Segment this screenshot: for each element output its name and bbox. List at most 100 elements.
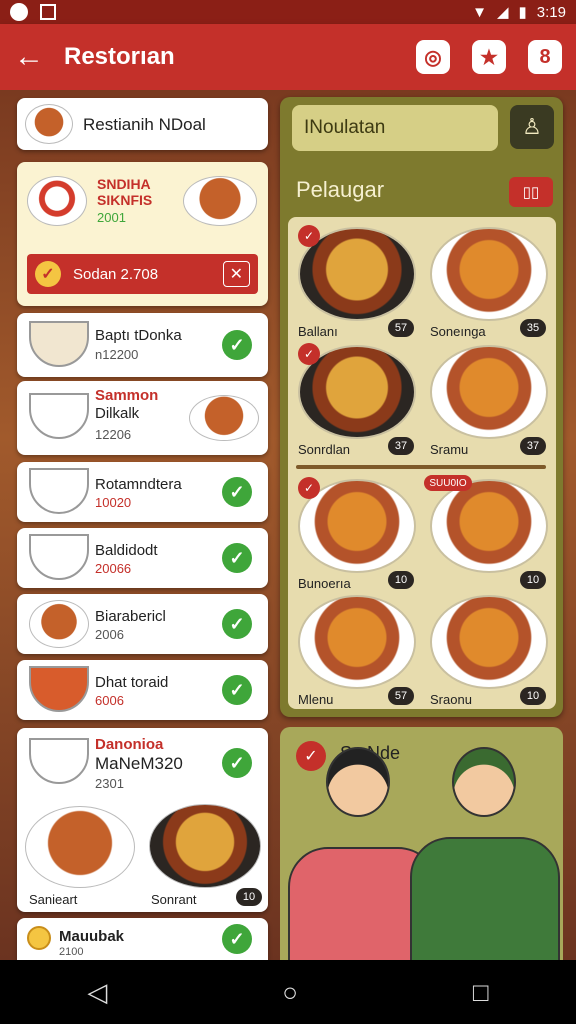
check-icon[interactable]: ✓ — [222, 748, 252, 778]
favorite-button[interactable]: ★ — [472, 40, 506, 74]
person-body — [410, 837, 560, 960]
dish-image — [430, 595, 548, 689]
dish-tile[interactable]: Sraonu 10 — [424, 589, 554, 709]
dish-tile[interactable]: ✓ Sonrdlan 37 — [292, 339, 422, 459]
dish-thumbnail — [25, 104, 73, 144]
dish-tile[interactable]: ✓ Ballanı 57 — [292, 221, 422, 341]
dish-image — [149, 804, 261, 888]
coin-icon — [27, 926, 51, 950]
person-head — [326, 747, 390, 817]
dish-tile[interactable]: SUU0IO 10 — [424, 473, 554, 593]
item-name: Sammon — [95, 387, 159, 404]
list-item[interactable]: Sammon Dilkalk 12206 — [17, 381, 268, 455]
bowl-icon — [29, 393, 89, 439]
wifi-icon: ▼ — [472, 3, 487, 21]
list-item[interactable]: Biarabericl 2006 ✓ — [17, 594, 268, 654]
item-name: Baldidodt — [95, 542, 158, 559]
dish-tile[interactable]: Sramu 37 — [424, 339, 554, 459]
item-sub: 2301 — [95, 776, 124, 791]
dish-label: Sonrdlan — [298, 442, 351, 457]
dish-image — [27, 176, 87, 226]
dish-image — [430, 227, 548, 321]
check-icon[interactable]: ✓ — [222, 330, 252, 360]
promo-line2: SIKNFIS — [97, 192, 153, 208]
count-badge: 10 — [388, 571, 414, 589]
dish-tile[interactable]: Mlenu 57 — [292, 589, 422, 709]
item-name: Mauubak — [59, 928, 125, 945]
order-bar-text: Sodan 2.708 — [73, 265, 159, 283]
app-bar: ← Restorıan ◎ ★ 8 — [0, 24, 576, 90]
dish-image — [25, 806, 135, 888]
dish-image — [29, 600, 89, 648]
item-sub: 2006 — [95, 627, 124, 642]
count-badge: 10 — [520, 687, 546, 705]
dish-label: Sramu — [430, 442, 469, 457]
dish-label: Sanieart — [29, 892, 78, 907]
check-icon[interactable]: ✓ — [222, 543, 252, 573]
bowl-icon — [29, 468, 89, 514]
notification-icon — [10, 3, 28, 21]
item-sub: 2100 — [59, 946, 84, 958]
search-input[interactable]: INoulatan — [292, 105, 498, 151]
item-sub: 12206 — [95, 427, 132, 442]
list-item[interactable]: Dhat toraid 6006 ✓ — [17, 660, 268, 720]
item-name-2: Dilkalk — [95, 405, 140, 422]
bowl-icon — [29, 321, 89, 367]
restaurant-card[interactable]: Restianih NDoal — [17, 98, 268, 150]
list-item[interactable]: Rotamndtera 10020 ✓ — [17, 462, 268, 522]
navigation-bar: ◁ ○ □ — [0, 960, 576, 1024]
back-arrow-icon[interactable]: ← — [14, 40, 58, 74]
bowl-icon — [29, 534, 89, 580]
list-item[interactable]: Baptı tDonka n12200 ✓ — [17, 313, 268, 377]
dish-image — [430, 479, 548, 573]
promo-tag: SUU0IO — [424, 475, 472, 491]
dish-image — [183, 176, 257, 226]
count-badge: 37 — [388, 437, 414, 455]
item-name: Danonioa — [95, 736, 164, 753]
tag-icon: ✓ — [298, 225, 320, 247]
item-name: Rotamndtera — [95, 476, 182, 493]
promo-line1: SNDIHA — [97, 176, 151, 192]
dish-tile[interactable]: Soneınga 35 — [424, 221, 554, 341]
dish-image — [189, 395, 259, 441]
dish-label: Ballanı — [298, 324, 338, 339]
section-heading: Pelaugar — [296, 177, 385, 202]
count-badge: 35 — [520, 319, 546, 337]
check-icon[interactable]: ✓ — [222, 609, 252, 639]
person-head — [452, 747, 516, 817]
dish-image — [298, 595, 416, 689]
check-icon[interactable]: ✓ — [222, 675, 252, 705]
check-icon[interactable]: ✓ — [222, 477, 252, 507]
people-illustration: ✓ Sa Nde — [280, 727, 563, 960]
promo-card[interactable]: SNDIHA SIKNFIS 2001 ✓ Sodan 2.708 ✕ — [17, 162, 268, 306]
dish-grid: ✓ Ballanı 57 Soneınga 35 ✓ Sonrdlan 37 S… — [288, 217, 556, 709]
clock: 3:19 — [536, 3, 566, 21]
item-name: Dhat toraid — [95, 674, 169, 691]
list-item[interactable]: Mauubak 2100 ✓ — [17, 918, 268, 960]
count-badge: 37 — [520, 437, 546, 455]
home-nav-icon[interactable]: ○ — [282, 977, 298, 1008]
user-icon[interactable]: ♙ — [510, 105, 554, 149]
bowl-icon — [29, 666, 89, 712]
list-item[interactable]: Baldidodt 20066 ✓ — [17, 528, 268, 588]
recents-nav-icon[interactable]: □ — [473, 977, 489, 1008]
expand-button[interactable]: ▯▯ — [509, 177, 553, 207]
list-item[interactable]: Danonioa MaNeM320 2301 ✓ Sanieart Sonran… — [17, 728, 268, 912]
menu-button[interactable]: 8 — [528, 40, 562, 74]
count-badge: 57 — [388, 687, 414, 705]
camera-button[interactable]: ◎ — [416, 40, 450, 74]
back-nav-icon[interactable]: ◁ — [87, 977, 107, 1008]
item-name-2: MaNeM320 — [95, 754, 183, 773]
order-bar[interactable]: ✓ Sodan 2.708 ✕ — [27, 254, 258, 294]
dish-tile[interactable]: ✓ Bunoerıa 10 — [292, 473, 422, 593]
item-name: Baptı tDonka — [95, 327, 182, 344]
count-badge: 57 — [388, 319, 414, 337]
count-badge: 10 — [520, 571, 546, 589]
check-icon[interactable]: ✓ — [222, 924, 252, 954]
status-bar: ▼ ◢ ▮ 3:19 — [0, 0, 576, 24]
signal-icon: ◢ — [496, 4, 509, 21]
dish-label: Soneınga — [430, 324, 486, 339]
battery-icon: ▮ — [518, 4, 527, 21]
promo-code: 2001 — [97, 210, 126, 225]
close-icon[interactable]: ✕ — [222, 261, 250, 287]
